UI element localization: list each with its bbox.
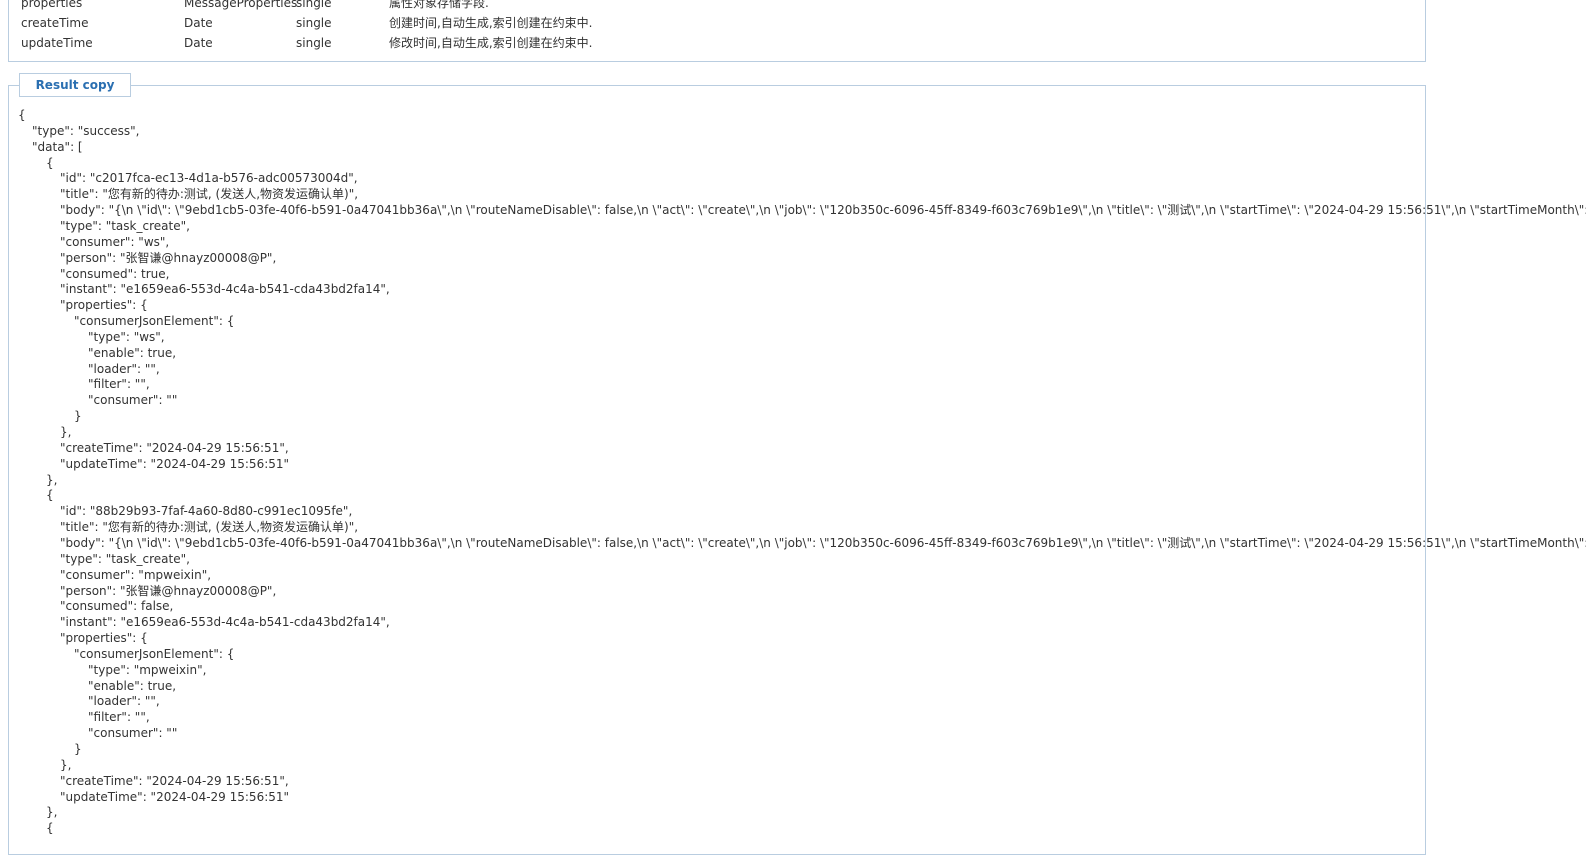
json-line: "type": "ws",: [88, 329, 165, 344]
field-type: Date: [184, 36, 213, 50]
json-line: "consumer": "ws",: [60, 234, 170, 249]
json-line: "properties": {: [60, 298, 148, 313]
field-type: MessageProperties: [184, 0, 298, 10]
field-description: 修改时间,自动生成,索引创建在约束中.: [389, 36, 593, 50]
json-line: "consumed": false,: [60, 599, 174, 614]
json-line: }: [74, 409, 82, 424]
json-line: {: [46, 155, 54, 170]
field-name: createTime: [21, 16, 89, 30]
json-line: "properties": {: [60, 631, 148, 646]
json-line: "enable": true,: [88, 678, 177, 693]
json-line: "type": "mpweixin",: [88, 662, 207, 677]
json-line: {: [46, 821, 54, 836]
field-name: properties: [21, 0, 83, 10]
json-line: },: [46, 472, 58, 487]
json-line: "consumer": "mpweixin",: [60, 567, 212, 582]
json-line: "type": "task_create",: [60, 218, 190, 233]
json-line: "type": "task_create",: [60, 551, 190, 566]
field-description: 创建时间,自动生成,索引创建在约束中.: [389, 16, 593, 30]
json-line: "body": "{\n \"id\": \"9ebd1cb5-03fe-40f…: [60, 535, 1586, 550]
json-line: "enable": true,: [88, 345, 177, 360]
json-line: {: [18, 108, 26, 122]
json-line: "updateTime": "2024-04-29 15:56:51": [60, 789, 290, 804]
json-line: "createTime": "2024-04-29 15:56:51",: [60, 773, 289, 788]
json-line: "instant": "e1659ea6-553d-4c4a-b541-cda4…: [60, 615, 390, 630]
json-line: "person": "张智谦@hnayz00008@P",: [60, 583, 277, 598]
json-line: "createTime": "2024-04-29 15:56:51",: [60, 440, 289, 455]
field-cardinality: single: [296, 0, 332, 10]
json-line: }: [74, 742, 82, 756]
json-line: "title": "您有新的待办:测试, (发送人,物资发运确认单)",: [60, 187, 359, 202]
json-line: },: [60, 757, 72, 772]
field-cardinality: single: [296, 36, 332, 50]
fields-table: properties MessageProperties single 属性对象…: [8, 0, 1426, 62]
json-line: {: [46, 488, 54, 503]
json-line: "updateTime": "2024-04-29 15:56:51": [60, 456, 290, 471]
json-line: "consumer": "": [88, 393, 178, 408]
json-line: "filter": "",: [88, 710, 150, 725]
field-description: 属性对象存储字段.: [389, 0, 489, 10]
json-line: "consumerJsonElement": {: [74, 314, 235, 329]
json-line: "id": "c2017fca-ec13-4d1a-b576-adc005730…: [60, 171, 358, 186]
json-line: "loader": "",: [88, 694, 160, 709]
json-line: "body": "{\n \"id\": \"9ebd1cb5-03fe-40f…: [60, 203, 1586, 218]
field-cardinality: single: [296, 16, 332, 30]
field-name: updateTime: [21, 36, 93, 50]
field-type: Date: [184, 16, 213, 30]
json-line: "consumer": "": [88, 726, 178, 741]
json-line: "filter": "",: [88, 377, 150, 392]
json-line: "title": "您有新的待办:测试, (发送人,物资发运确认单)",: [60, 520, 359, 535]
json-line: },: [60, 425, 72, 439]
json-line: "type": "success",: [32, 123, 140, 138]
json-line: "id": "88b29b93-7faf-4a60-8d80-c991ec109…: [60, 504, 353, 519]
result-copy-button[interactable]: Result copy: [19, 73, 131, 97]
json-line: "consumed": true,: [60, 266, 170, 281]
json-line: "person": "张智谦@hnayz00008@P",: [60, 250, 277, 265]
json-line: "data": [: [32, 139, 83, 154]
result-json: {"type": "success", "data": [{"id": "c201…: [18, 107, 1586, 837]
json-line: "instant": "e1659ea6-553d-4c4a-b541-cda4…: [60, 282, 390, 297]
json-line: "consumerJsonElement": {: [74, 646, 235, 661]
json-line: },: [46, 805, 58, 820]
json-line: "loader": "",: [88, 361, 160, 376]
